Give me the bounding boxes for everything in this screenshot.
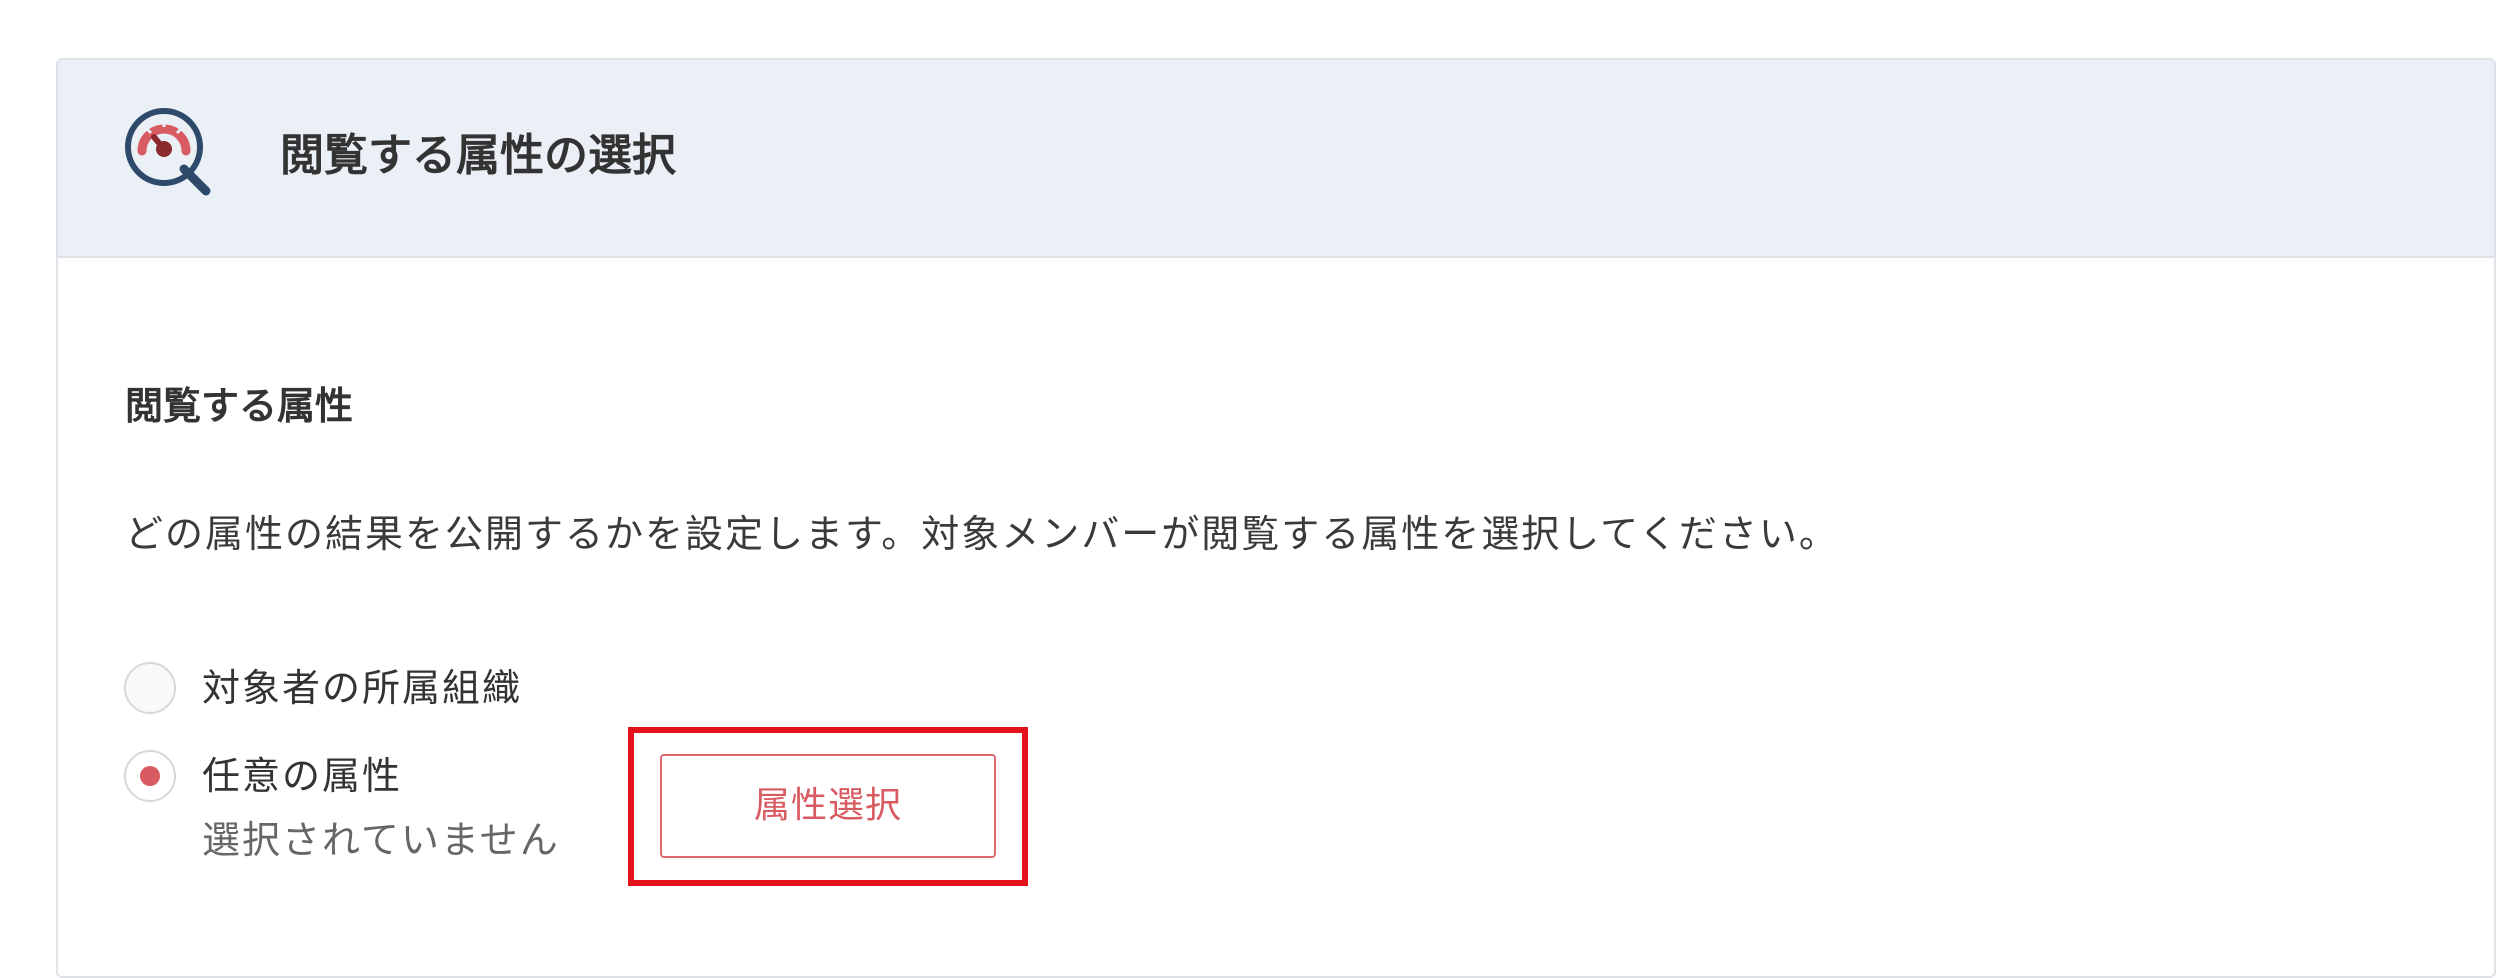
panel-header: 閲覧する属性の選択 [58, 60, 2494, 258]
selection-status: 選択されていません [202, 818, 560, 862]
option-custom-attribute-label: 任意の属性 [202, 754, 403, 798]
select-attribute-button[interactable]: 属性選択 [660, 754, 996, 858]
section-description: どの属性の結果を公開するかを設定します。対象メンバーが閲覧する属性を選択してくだ… [125, 512, 1839, 556]
section-title: 閲覧する属性 [125, 384, 354, 428]
panel-title: 閲覧する属性の選択 [280, 130, 676, 181]
radio-selected-dot [140, 766, 160, 786]
option-organization-label: 対象者の所属組織 [202, 666, 523, 710]
radio-organization[interactable] [124, 662, 176, 714]
gauge-search-icon [122, 105, 218, 201]
radio-custom-attribute[interactable] [124, 750, 176, 802]
attribute-selection-panel: 閲覧する属性の選択 閲覧する属性 どの属性の結果を公開するかを設定します。対象メ… [56, 58, 2496, 978]
